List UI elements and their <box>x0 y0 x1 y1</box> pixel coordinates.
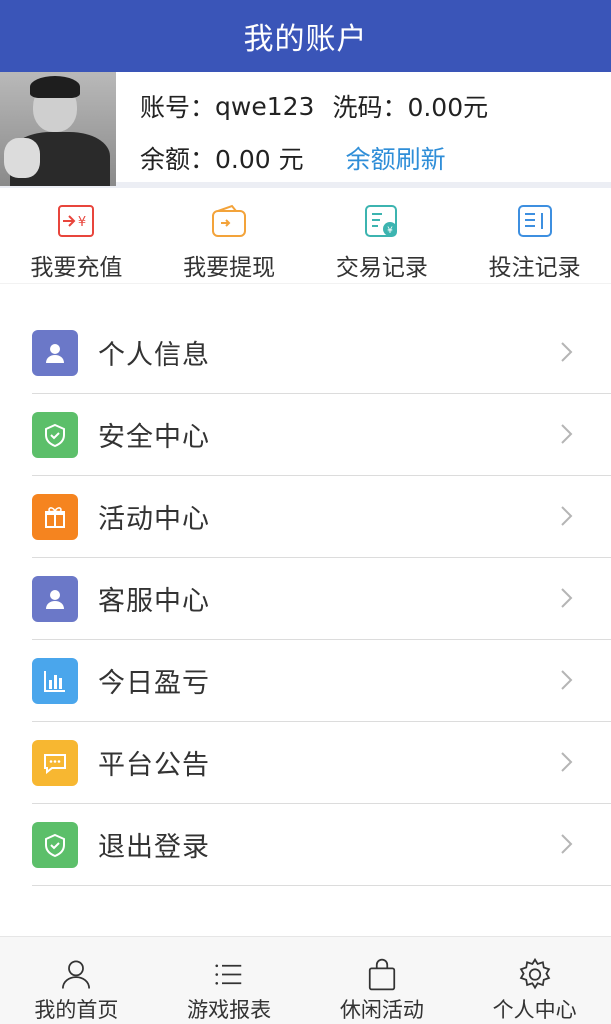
tab-label: 个人中心 <box>492 998 577 1022</box>
chevron-right-icon <box>561 506 573 526</box>
message-icon <box>32 739 78 786</box>
tab-leisure-activity[interactable]: 休闲活动 <box>306 937 459 1024</box>
menu-item-announcement[interactable]: 平台公告 <box>32 722 611 804</box>
chevron-right-icon <box>561 752 573 772</box>
balance-label: 余额： <box>140 145 216 174</box>
menu-item-label: 安全中心 <box>98 422 210 453</box>
menu-item-label: 今日盈亏 <box>98 668 210 699</box>
chevron-right-icon <box>561 834 573 854</box>
shield-icon <box>32 411 78 458</box>
svg-text:¥: ¥ <box>387 226 393 236</box>
bet-record-button[interactable]: 投注记录 <box>458 188 611 283</box>
quick-action-label: 交易记录 <box>335 255 428 281</box>
chevron-right-icon <box>561 670 573 690</box>
account-row: 账号： qwe123 洗码： 0.00元 <box>140 80 611 132</box>
account-info: 账号： qwe123 洗码： 0.00元 余额： 0.00 元 余额刷新 <box>116 72 611 182</box>
tab-label: 游戏报表 <box>187 998 272 1022</box>
wash-label: 洗码： <box>332 93 408 122</box>
recharge-button[interactable]: ¥ 我要充值 <box>0 188 153 283</box>
tab-game-report[interactable]: 游戏报表 <box>153 937 306 1024</box>
balance-row: 余额： 0.00 元 余额刷新 <box>140 132 611 184</box>
tab-personal-center[interactable]: 个人中心 <box>458 937 611 1024</box>
account-value: qwe123 <box>215 91 315 121</box>
bottom-tab-bar: 我的首页 游戏报表 休闲活动 个人中心 <box>0 936 611 1024</box>
menu-item-label: 客服中心 <box>98 586 210 617</box>
list-icon <box>215 964 242 985</box>
menu-list: 个人信息 安全中心 活动中心 客服中心 今日盈亏 平台公告 退出登录 <box>0 312 611 886</box>
chevron-right-icon <box>561 342 573 362</box>
menu-item-label: 个人信息 <box>98 340 210 371</box>
tab-label: 休闲活动 <box>339 998 424 1022</box>
chevron-right-icon <box>561 424 573 444</box>
menu-item-security-center[interactable]: 安全中心 <box>32 394 611 476</box>
menu-item-activity-center[interactable]: 活动中心 <box>32 476 611 558</box>
menu-item-today-profit[interactable]: 今日盈亏 <box>32 640 611 722</box>
quick-actions: ¥ 我要充值 我要提现 ¥ 交易记录 投注记录 <box>0 188 611 284</box>
account-panel: 账号： qwe123 洗码： 0.00元 余额： 0.00 元 余额刷新 <box>0 72 611 188</box>
person-icon <box>62 960 91 989</box>
menu-item-label: 平台公告 <box>98 750 210 781</box>
page-title: 我的账户 <box>243 22 368 57</box>
user-icon <box>32 575 78 622</box>
menu-item-label: 活动中心 <box>98 504 210 535</box>
refresh-balance-link[interactable]: 余额刷新 <box>346 140 446 176</box>
user-icon <box>32 329 78 376</box>
gear-icon <box>519 957 550 990</box>
transaction-record-icon: ¥ <box>364 205 397 237</box>
quick-action-label: 我要提现 <box>183 255 276 281</box>
tab-home[interactable]: 我的首页 <box>0 937 153 1024</box>
quick-action-label: 我要充值 <box>30 255 123 281</box>
menu-item-logout[interactable]: 退出登录 <box>32 804 611 886</box>
shopping-bag-icon <box>368 958 395 991</box>
chevron-right-icon <box>561 588 573 608</box>
menu-item-label: 退出登录 <box>98 832 210 863</box>
shield-icon <box>32 821 78 868</box>
menu-item-personal-info[interactable]: 个人信息 <box>32 312 611 394</box>
app-header: 我的账户 <box>0 0 611 72</box>
wallet-icon <box>212 204 247 237</box>
withdraw-button[interactable]: 我要提现 <box>153 188 306 283</box>
balance-value: 0.00 元 <box>215 145 304 174</box>
avatar <box>0 72 116 186</box>
menu-item-customer-service[interactable]: 客服中心 <box>32 558 611 640</box>
svg-text:¥: ¥ <box>78 215 86 230</box>
bar-chart-icon <box>32 657 78 704</box>
transaction-record-button[interactable]: ¥ 交易记录 <box>306 188 459 283</box>
quick-action-label: 投注记录 <box>488 255 581 281</box>
recharge-icon: ¥ <box>58 205 95 237</box>
tab-label: 我的首页 <box>34 998 119 1022</box>
account-label: 账号： <box>140 93 216 122</box>
wash-value: 0.00元 <box>407 93 489 122</box>
bet-record-icon <box>517 205 552 237</box>
gift-icon <box>32 493 78 540</box>
